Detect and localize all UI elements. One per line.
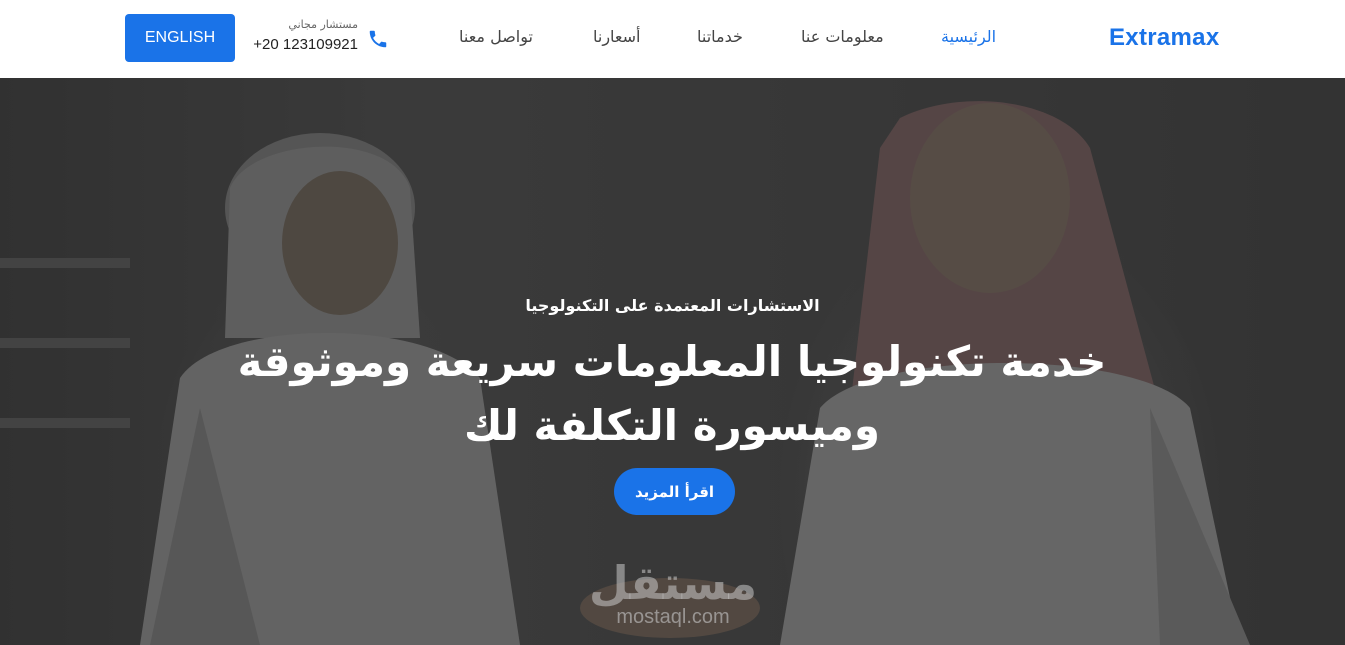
watermark-arabic: مستقل xyxy=(588,556,758,610)
watermark: مستقل mostaql.com xyxy=(588,556,758,636)
hero-subtitle: الاستشارات المعتمدة على التكنولوجيا xyxy=(525,296,820,315)
phone-label: مستشار مجاني xyxy=(288,18,358,31)
hero-section: الاستشارات المعتمدة على التكنولوجيا خدمة… xyxy=(0,78,1345,645)
phone-number[interactable]: +20 123109921 xyxy=(253,36,358,53)
nav-item-contact[interactable]: تواصل معنا xyxy=(459,27,533,46)
hero-title-line-1: خدمة تكنولوجيا المعلومات سريعة وموثوقة xyxy=(237,337,1107,386)
read-more-button[interactable]: اقرأ المزيد xyxy=(614,468,735,515)
nav-item-home[interactable]: الرئيسية xyxy=(941,27,996,46)
nav-item-pricing[interactable]: أسعارنا xyxy=(593,27,641,46)
hero-title-line-2: وميسورة التكلفة لك xyxy=(463,401,880,450)
hero-title: خدمة تكنولوجيا المعلومات سريعة وموثوقة و… xyxy=(172,330,1172,458)
nav-item-about[interactable]: معلومات عنا xyxy=(801,27,884,46)
brand-logo[interactable]: Extramax xyxy=(1109,24,1219,52)
phone-contact[interactable]: مستشار مجاني +20 123109921 xyxy=(243,16,393,60)
watermark-latin: mostaql.com xyxy=(616,606,730,628)
language-button[interactable]: ENGLISH xyxy=(125,14,235,62)
top-navbar: Extramax الرئيسية معلومات عنا خدماتنا أس… xyxy=(0,0,1345,78)
phone-icon xyxy=(367,28,389,50)
nav-item-services[interactable]: خدماتنا xyxy=(697,27,743,46)
